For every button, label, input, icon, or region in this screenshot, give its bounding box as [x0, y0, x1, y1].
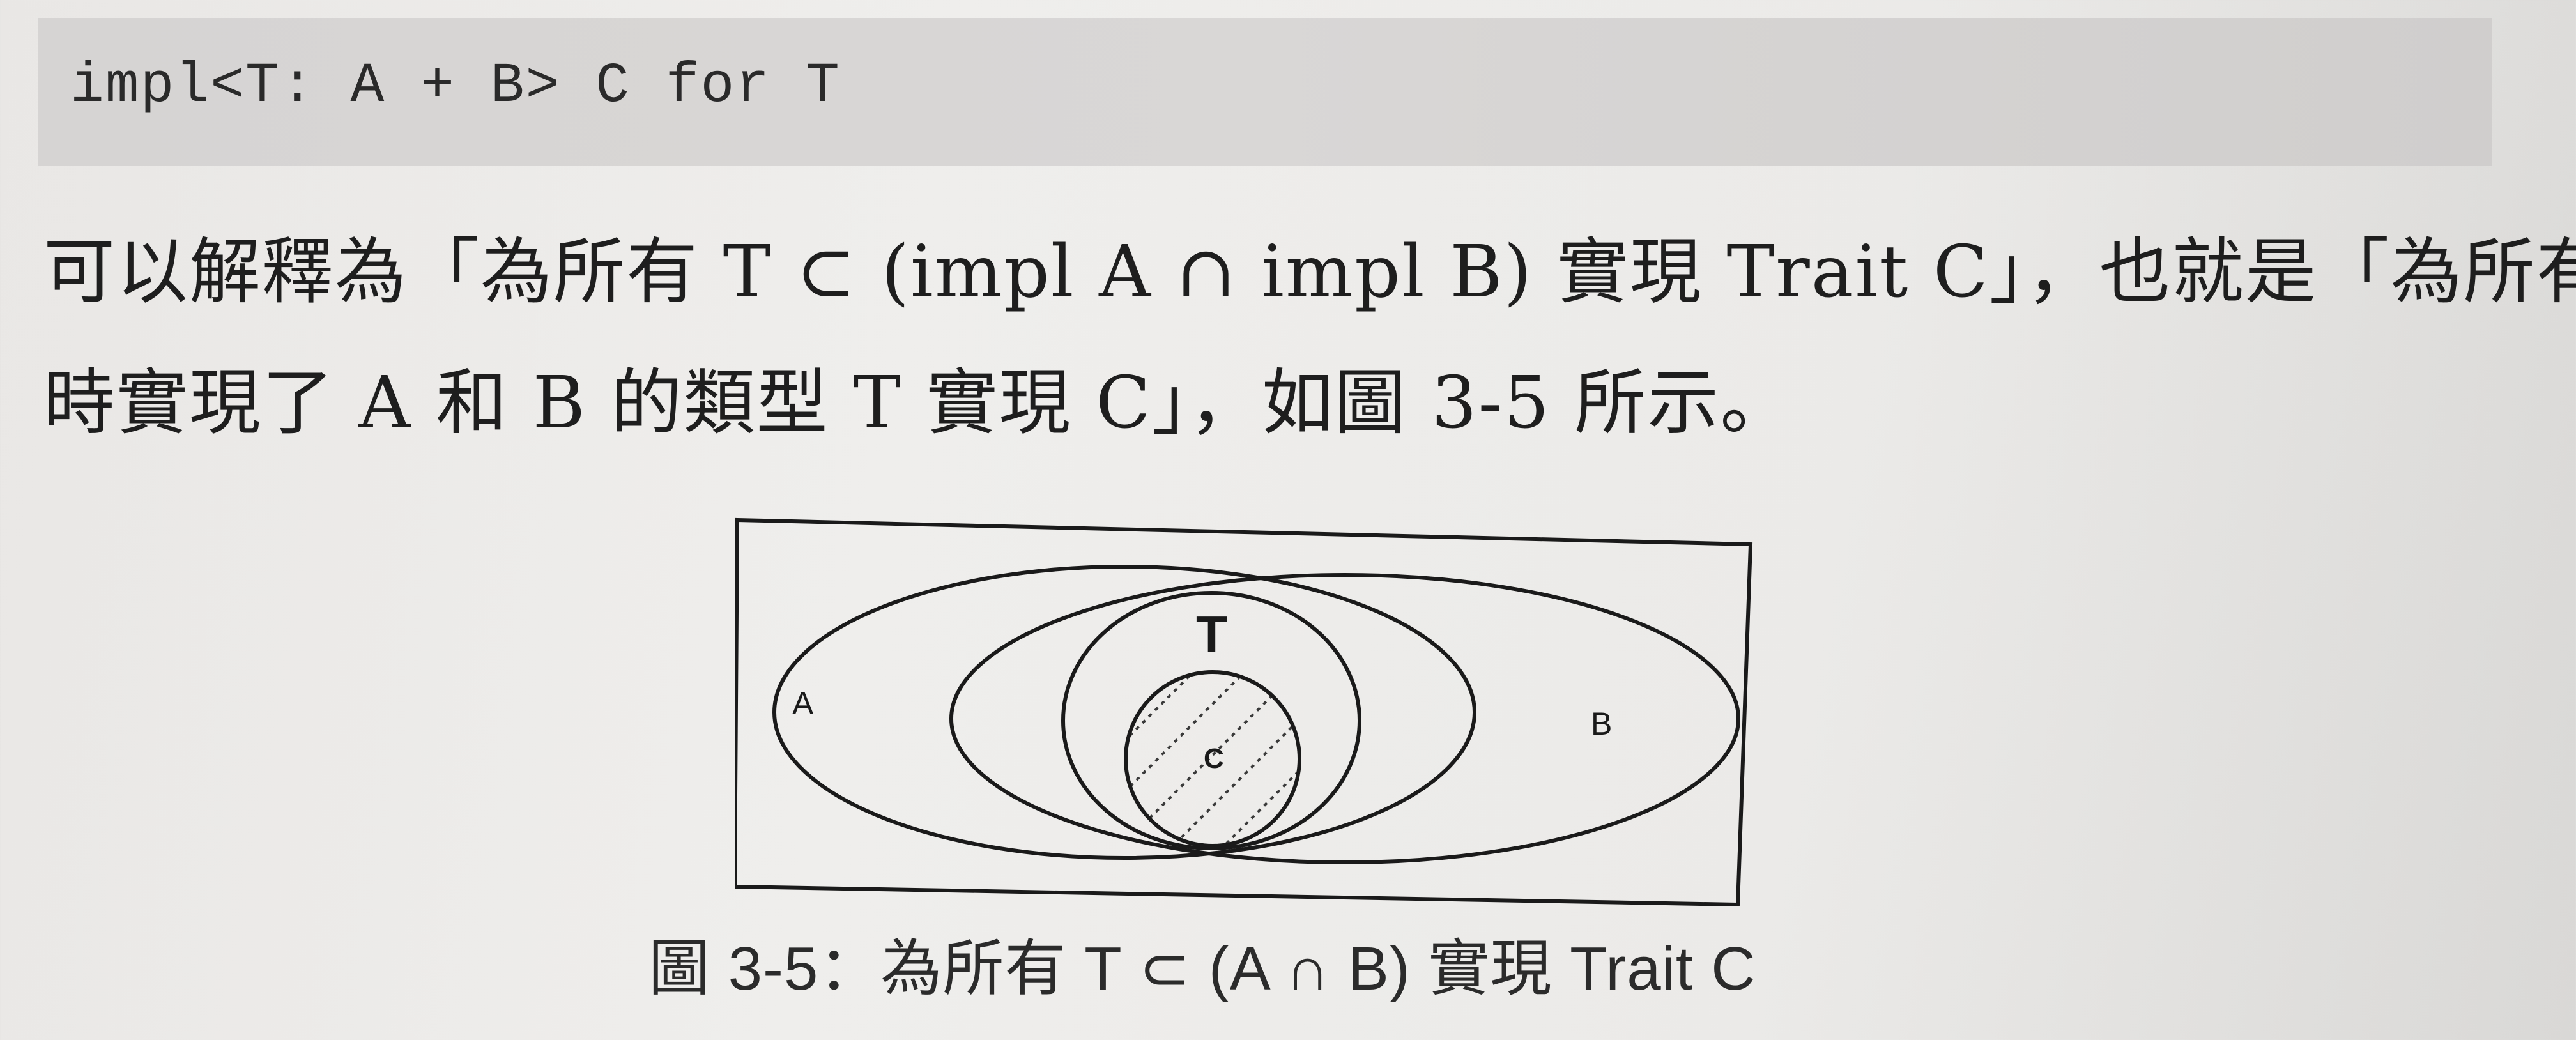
label-a: A — [792, 685, 814, 721]
label-b: B — [1591, 706, 1612, 742]
venn-diagram: A B T C — [732, 517, 1753, 907]
set-b-ellipse — [949, 573, 1740, 864]
code-block: impl<T: A + B> C for T — [38, 18, 2492, 166]
code-text: impl<T: A + B> C for T — [70, 55, 841, 118]
paragraph-line-2: 時實現了 A 和 B 的類型 T 實現 C」，如圖 3-5 所示。 — [43, 362, 1793, 445]
paragraph-line-1: 可以解釋為「為所有 T ⊂ (impl A ∩ impl B) 實現 Trait… — [43, 231, 2576, 314]
venn-diagram-figure: A B T C — [732, 517, 1757, 916]
label-c: C — [1204, 743, 1224, 774]
label-t: T — [1196, 606, 1227, 662]
figure-caption: 圖 3-5：為所有 T ⊂ (A ∩ B) 實現 Trait C — [648, 935, 1756, 1003]
set-a-ellipse — [772, 565, 1476, 860]
